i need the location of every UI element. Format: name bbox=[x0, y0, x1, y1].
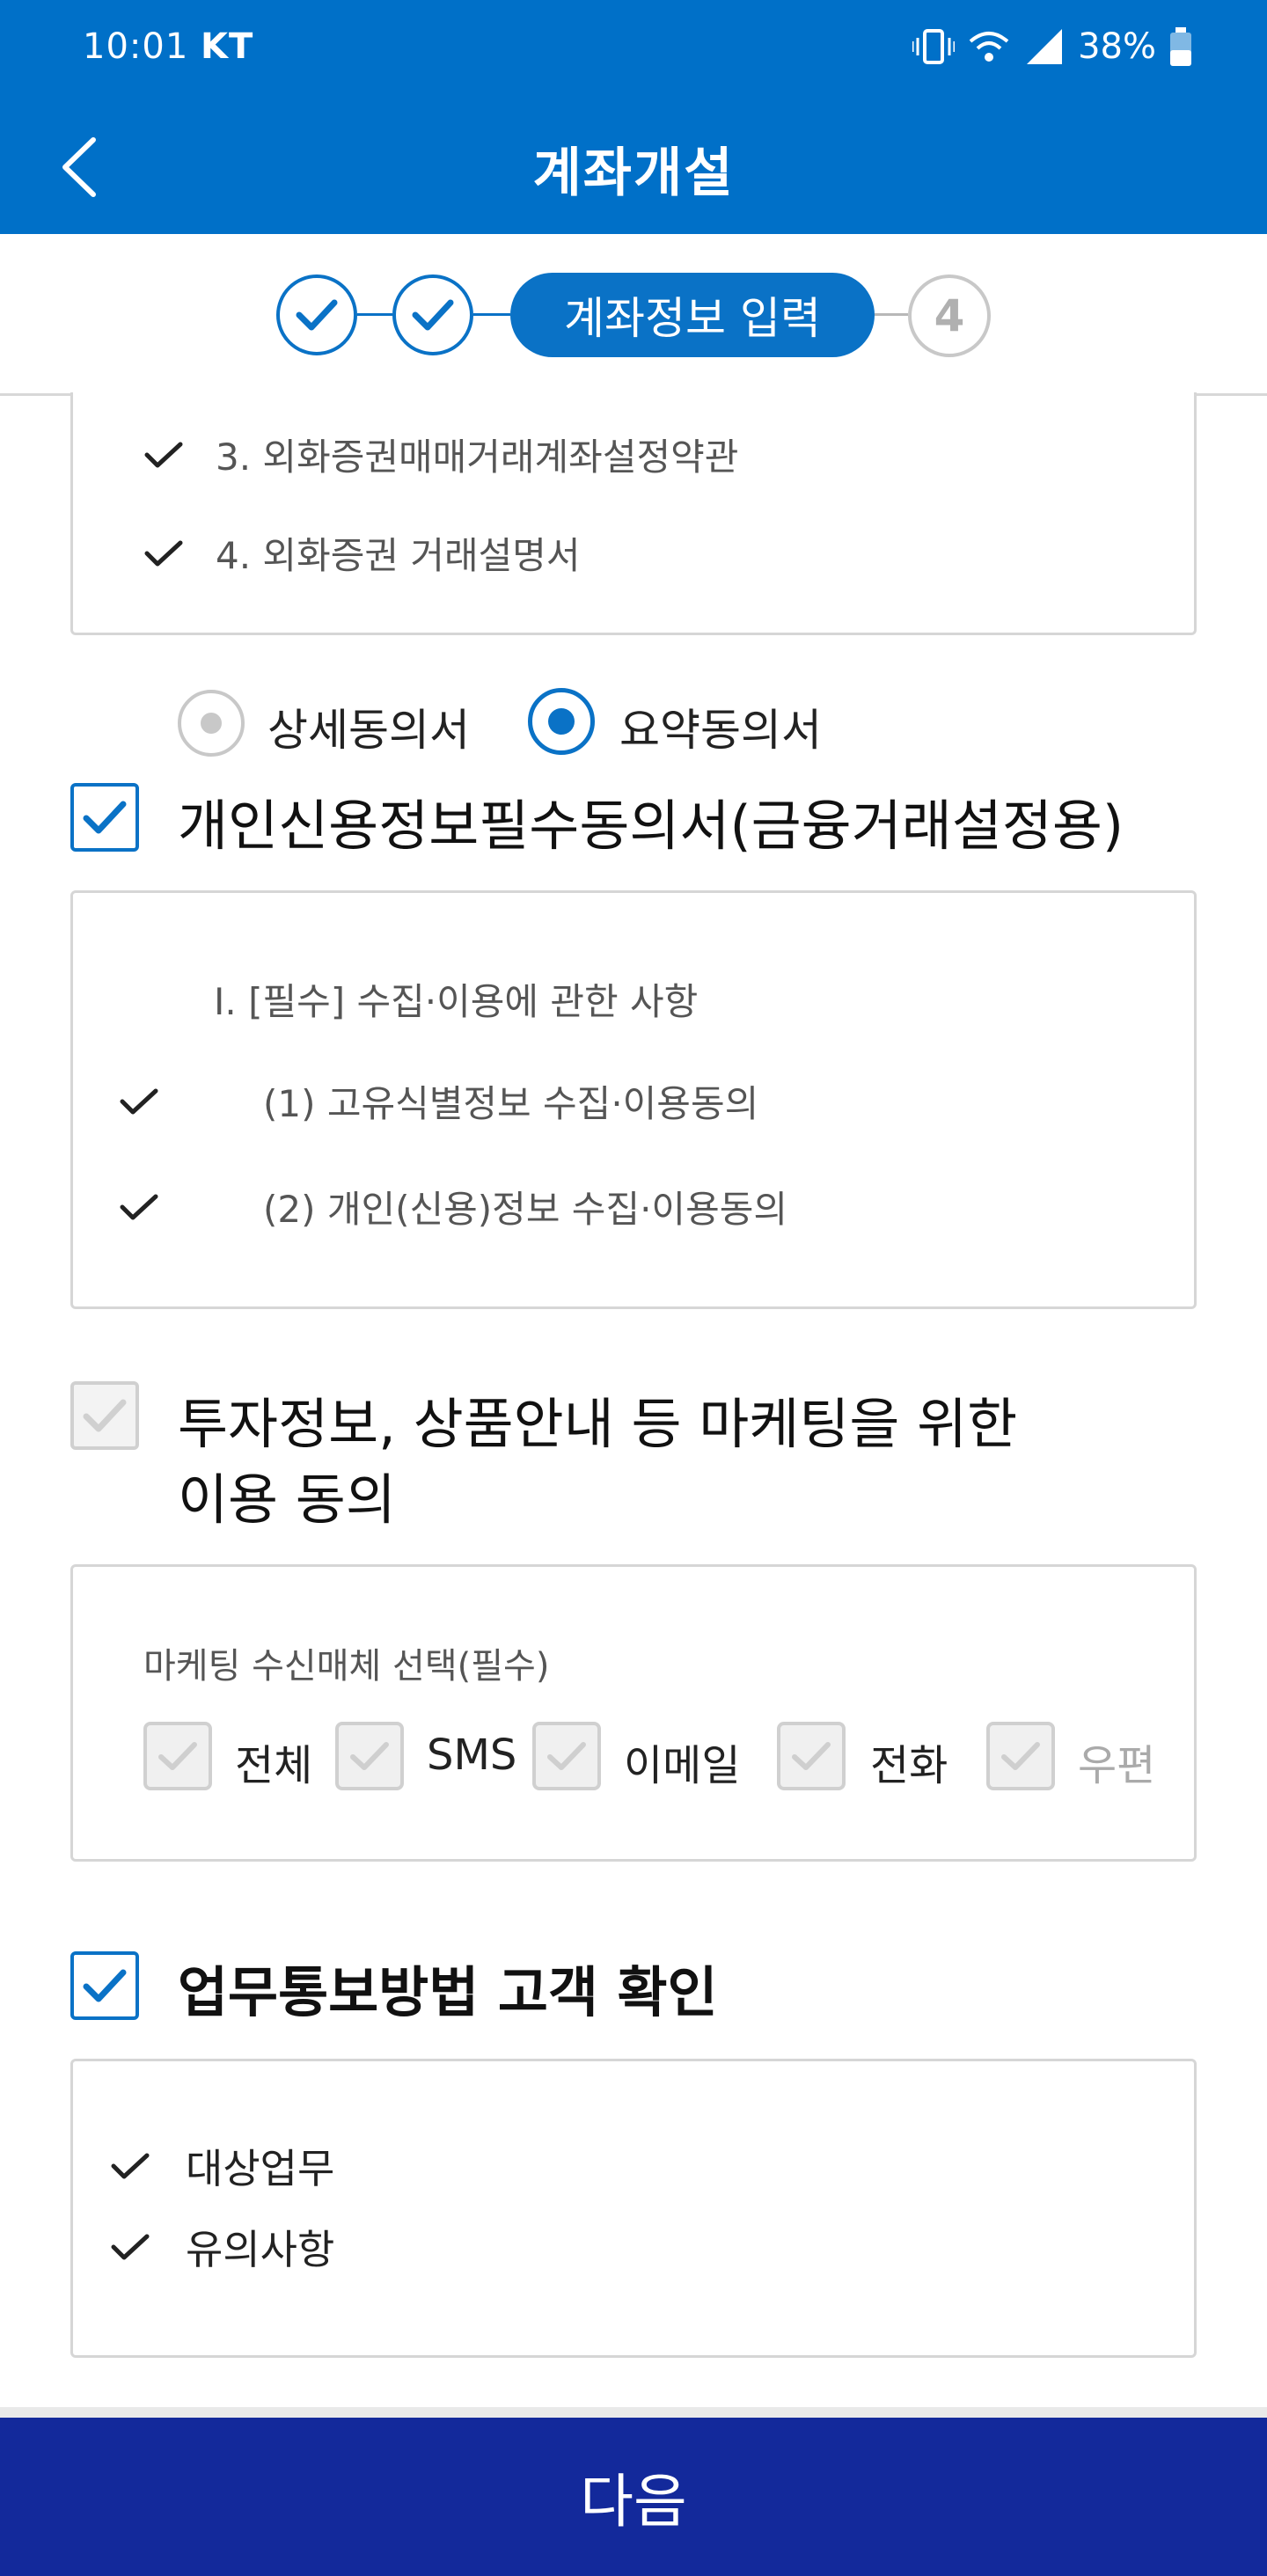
step-2-done bbox=[392, 274, 473, 355]
radio-detailed-label[interactable]: 상세동의서 bbox=[267, 695, 470, 758]
marketing-media-box: 마케팅 수신매체 선택(필수) 전체 SMS 이메일 전화 우편 bbox=[70, 1564, 1197, 1862]
document-list-box: 3. 외화증권매매거래계좌설정약관 4. 외화증권 거래설명서 bbox=[70, 392, 1197, 635]
marketing-consent-title-line2[interactable]: 이용 동의 bbox=[178, 1455, 396, 1534]
check-icon bbox=[111, 2234, 150, 2260]
check-icon bbox=[83, 1399, 127, 1432]
vibrate-icon bbox=[912, 29, 956, 64]
check-icon bbox=[120, 1194, 158, 1219]
check-icon bbox=[144, 540, 183, 566]
media-phone-label[interactable]: 전화 bbox=[870, 1731, 948, 1792]
progress-stepper: 계좌정보 입력 4 bbox=[0, 234, 1267, 396]
media-mail-label[interactable]: 우편 bbox=[1078, 1731, 1155, 1792]
credit-consent-title[interactable]: 개인신용정보필수동의서(금융거래설정용) bbox=[178, 781, 1124, 860]
media-all-label[interactable]: 전체 bbox=[235, 1731, 312, 1792]
wifi-icon bbox=[969, 32, 1009, 62]
check-icon bbox=[412, 299, 454, 331]
divider bbox=[0, 2407, 1267, 2418]
media-sms-checkbox[interactable] bbox=[335, 1722, 404, 1790]
list-item: 대상업무 bbox=[110, 2137, 334, 2195]
credit-heading: I. [필수] 수집·이용에 관한 사항 bbox=[214, 980, 699, 1023]
check-icon bbox=[296, 299, 338, 331]
step-connector bbox=[473, 313, 510, 316]
check-icon bbox=[83, 1969, 127, 2002]
list-item: 유의사항 bbox=[110, 2218, 334, 2276]
media-email-label[interactable]: 이메일 bbox=[624, 1731, 740, 1792]
check-icon bbox=[350, 1742, 389, 1770]
page-title: 계좌개설 bbox=[532, 143, 735, 204]
check-icon bbox=[792, 1742, 831, 1770]
media-sms-label[interactable]: SMS bbox=[427, 1731, 516, 1780]
list-item: (2) 개인(신용)정보 수집·이용동의 bbox=[119, 1180, 787, 1233]
radio-summary-label[interactable]: 요약동의서 bbox=[619, 695, 822, 758]
status-bar: 10:01 KT 38% bbox=[0, 0, 1267, 97]
check-icon bbox=[547, 1742, 586, 1770]
media-select-label: 마케팅 수신매체 선택(필수) bbox=[143, 1646, 550, 1687]
notice-method-box: 대상업무 유의사항 bbox=[70, 2059, 1197, 2358]
battery-icon bbox=[1170, 27, 1191, 66]
radio-detailed[interactable] bbox=[178, 690, 245, 757]
check-icon bbox=[120, 1088, 158, 1114]
list-item: (1) 고유식별정보 수집·이용동의 bbox=[119, 1074, 758, 1128]
step-1-done bbox=[276, 274, 357, 355]
notice-method-title[interactable]: 업무통보방법 고객 확인 bbox=[178, 1948, 718, 2027]
media-email-checkbox[interactable] bbox=[532, 1722, 601, 1790]
list-item: 4. 외화증권 거래설명서 bbox=[143, 526, 581, 580]
notice-method-checkbox[interactable] bbox=[70, 1951, 139, 2020]
step-4: 4 bbox=[908, 274, 991, 357]
credit-consent-box: I. [필수] 수집·이용에 관한 사항 (1) 고유식별정보 수집·이용동의 … bbox=[70, 890, 1197, 1309]
status-icons: 38% bbox=[912, 26, 1193, 67]
step-connector bbox=[357, 313, 392, 316]
status-time: 10:01 KT bbox=[83, 26, 254, 67]
check-icon bbox=[158, 1742, 197, 1770]
signal-icon bbox=[1027, 29, 1063, 64]
next-button[interactable]: 다음 bbox=[0, 2418, 1267, 2576]
credit-consent-checkbox[interactable] bbox=[70, 783, 139, 852]
check-icon bbox=[1001, 1742, 1040, 1770]
check-icon bbox=[144, 442, 183, 467]
marketing-consent-checkbox[interactable] bbox=[70, 1381, 139, 1450]
app-bar: 계좌개설 bbox=[0, 97, 1267, 234]
media-all-checkbox[interactable] bbox=[143, 1722, 212, 1790]
media-mail-checkbox[interactable] bbox=[986, 1722, 1055, 1790]
check-icon bbox=[111, 2153, 150, 2179]
list-item: 3. 외화증권매매거래계좌설정약관 bbox=[143, 428, 738, 481]
media-phone-checkbox[interactable] bbox=[777, 1722, 846, 1790]
step-connector bbox=[875, 313, 908, 316]
radio-summary[interactable] bbox=[528, 688, 595, 755]
marketing-consent-title-line1[interactable]: 투자정보, 상품안내 등 마케팅을 위한 bbox=[178, 1379, 1017, 1459]
check-icon bbox=[83, 801, 127, 834]
step-3-active: 계좌정보 입력 bbox=[510, 273, 875, 357]
